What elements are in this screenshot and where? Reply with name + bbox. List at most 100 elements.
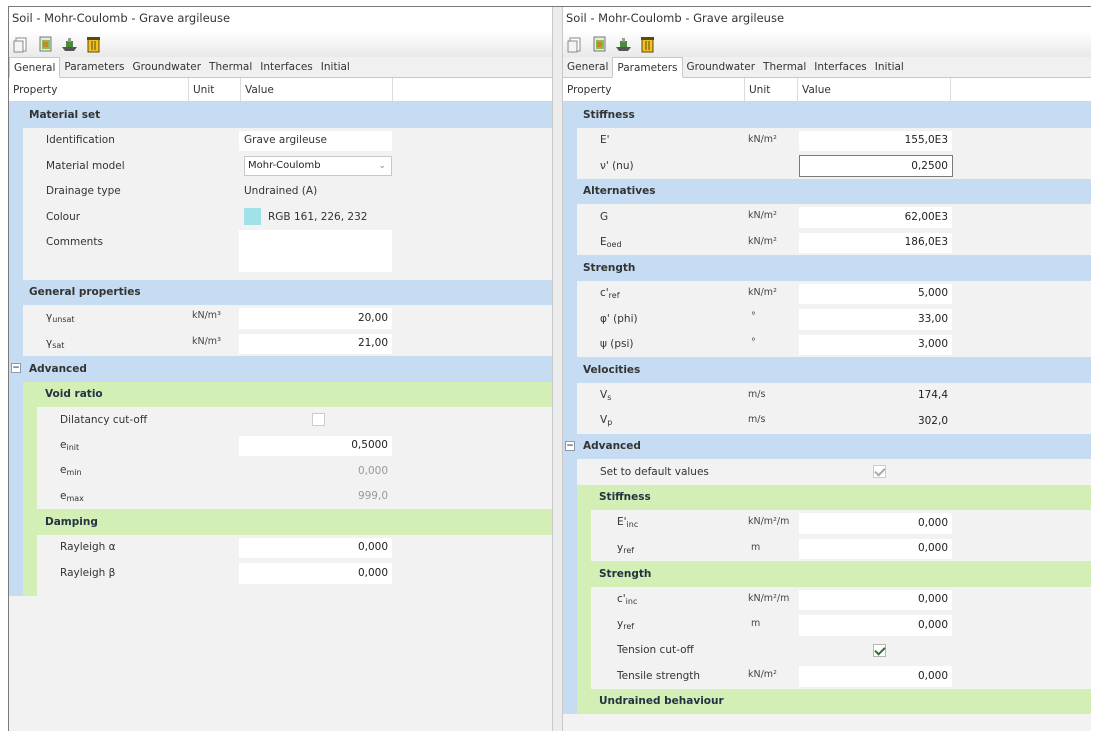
advanced-heading[interactable]: − Advanced: [563, 433, 1091, 459]
y-ref-strength-row: yref m 0,000: [563, 612, 1091, 638]
dilatancy-checkbox[interactable]: [312, 413, 325, 426]
c-inc-value[interactable]: 0,000: [799, 587, 952, 613]
material-model-label: Material model: [46, 159, 125, 172]
tab-parameters[interactable]: Parameters: [612, 57, 683, 78]
g-value[interactable]: 62,00E3: [799, 204, 952, 230]
tab-thermal[interactable]: Thermal: [205, 58, 256, 77]
material-model-select[interactable]: Mohr-Coulomb ⌄: [244, 156, 392, 176]
gamma-sat-row: γsat kN/m³ 21,00: [9, 330, 552, 357]
tension-cutoff-checkbox[interactable]: [873, 643, 886, 657]
tab-interfaces[interactable]: Interfaces: [256, 58, 316, 77]
value-column-header[interactable]: Value: [798, 78, 951, 101]
ship-icon[interactable]: [61, 36, 78, 53]
comments-field[interactable]: [239, 229, 392, 272]
e-inc-value[interactable]: 0,000: [799, 510, 952, 536]
e-prime-label: E': [600, 134, 610, 147]
drainage-value[interactable]: Undrained (A): [244, 185, 317, 197]
alternatives-heading: Alternatives: [563, 178, 1091, 204]
collapse-icon[interactable]: −: [565, 440, 575, 451]
trash-icon[interactable]: [85, 36, 102, 53]
property-column-header[interactable]: Property: [563, 78, 745, 101]
vp-row: Vp m/s 302,0: [563, 408, 1091, 434]
phi-label: φ' (phi): [600, 312, 638, 325]
window-frame: Soil - Mohr-Coulomb - Grave argileuse Ge…: [8, 6, 1091, 731]
e-oed-value[interactable]: 186,0E3: [799, 230, 952, 256]
trash-icon[interactable]: [639, 36, 656, 53]
rayleigh-alpha-value[interactable]: 0,000: [239, 535, 392, 561]
section-title: Strength: [583, 261, 636, 274]
gamma-unsat-value[interactable]: 20,00: [239, 305, 392, 331]
tension-cutoff-label: Tension cut-off: [617, 644, 694, 657]
e-prime-value[interactable]: 155,0E3: [799, 128, 952, 154]
gamma-sat-label: γsat: [46, 336, 65, 350]
tensile-strength-value[interactable]: 0,000: [799, 663, 952, 689]
vs-value: 174,4: [917, 389, 948, 402]
left-property-grid: Material set Identification Grave argile…: [9, 102, 552, 731]
phi-unit: °: [751, 311, 756, 322]
c-ref-value[interactable]: 5,000: [799, 281, 952, 307]
rayleigh-beta-value[interactable]: 0,000: [239, 560, 392, 586]
tab-parameters[interactable]: Parameters: [60, 58, 128, 77]
e-prime-unit: kN/m²: [748, 133, 777, 145]
psi-value[interactable]: 3,000: [799, 332, 952, 358]
comments-label: Comments: [46, 235, 103, 248]
undrained-heading: Undrained behaviour: [563, 688, 1091, 714]
c-inc-label: c'inc: [617, 592, 638, 606]
tab-general[interactable]: General: [563, 58, 612, 77]
phi-row: φ' (phi) ° 33,00: [563, 306, 1091, 332]
colour-swatch[interactable]: [244, 208, 261, 225]
gamma-sat-unit: kN/m³: [192, 335, 221, 347]
value-column-header[interactable]: Value: [241, 78, 393, 101]
damping-heading: Damping: [9, 509, 552, 535]
new-doc-icon[interactable]: [567, 36, 584, 53]
psi-unit: °: [751, 336, 756, 348]
identification-label: Identification: [46, 134, 115, 147]
default-values-checkbox[interactable]: [873, 465, 886, 478]
colour-label: Colour: [46, 210, 81, 223]
section-title: Advanced: [29, 362, 87, 375]
y-ref-value[interactable]: 0,000: [799, 536, 952, 562]
tab-thermal[interactable]: Thermal: [759, 58, 810, 77]
ship-icon[interactable]: [615, 36, 632, 53]
tab-interfaces[interactable]: Interfaces: [810, 58, 870, 77]
tab-groundwater[interactable]: Groundwater: [683, 58, 760, 77]
psi-label: ψ (psi): [600, 338, 634, 351]
e-max-label: emax: [60, 489, 84, 503]
y-ref-value[interactable]: 0,000: [799, 612, 952, 638]
vp-label: Vp: [600, 414, 613, 428]
right-column-header: Property Unit Value: [563, 78, 1091, 102]
unit-column-header[interactable]: Unit: [745, 78, 798, 101]
identification-row: Identification Grave argileuse: [9, 127, 552, 153]
section-title: Advanced: [583, 440, 641, 453]
gamma-sat-value[interactable]: 21,00: [239, 331, 392, 357]
property-column-header[interactable]: Property: [9, 78, 189, 101]
dilatancy-row: Dilatancy cut-off: [9, 407, 552, 433]
adv-strength-heading: Strength: [563, 561, 1091, 587]
open-database-icon[interactable]: [37, 36, 54, 53]
new-doc-icon[interactable]: [13, 36, 30, 53]
void-ratio-title: Void ratio: [45, 388, 103, 401]
e-init-row: einit 0,5000: [9, 432, 552, 459]
tab-groundwater[interactable]: Groundwater: [129, 58, 206, 77]
void-ratio-heading: Void ratio: [9, 381, 552, 407]
rayleigh-beta-row: Rayleigh β 0,000: [9, 560, 552, 586]
c-inc-row: c'inc kN/m²/m 0,000: [563, 586, 1091, 613]
tab-general[interactable]: General: [9, 57, 61, 78]
default-values-row: Set to default values: [563, 459, 1091, 485]
nu-label: ν' (nu): [600, 159, 634, 172]
gamma-unsat-row: γunsat kN/m³ 20,00: [9, 305, 552, 331]
identification-value[interactable]: Grave argileuse: [244, 134, 327, 146]
vp-value: 302,0: [917, 414, 948, 427]
tab-initial[interactable]: Initial: [317, 58, 354, 77]
left-toolbar: [9, 31, 552, 57]
tab-initial[interactable]: Initial: [871, 58, 908, 77]
e-init-value[interactable]: 0,5000: [239, 433, 392, 459]
unit-column-header[interactable]: Unit: [189, 78, 241, 101]
right-material-panel: Soil - Mohr-Coulomb - Grave argileuse Ge…: [563, 7, 1091, 731]
collapse-icon[interactable]: −: [11, 363, 21, 373]
strength-heading: Strength: [563, 255, 1091, 281]
open-database-icon[interactable]: [591, 36, 608, 53]
advanced-heading[interactable]: − Advanced: [9, 356, 552, 382]
phi-value[interactable]: 33,00: [799, 306, 952, 332]
e-min-row: emin 0,000: [9, 458, 552, 484]
